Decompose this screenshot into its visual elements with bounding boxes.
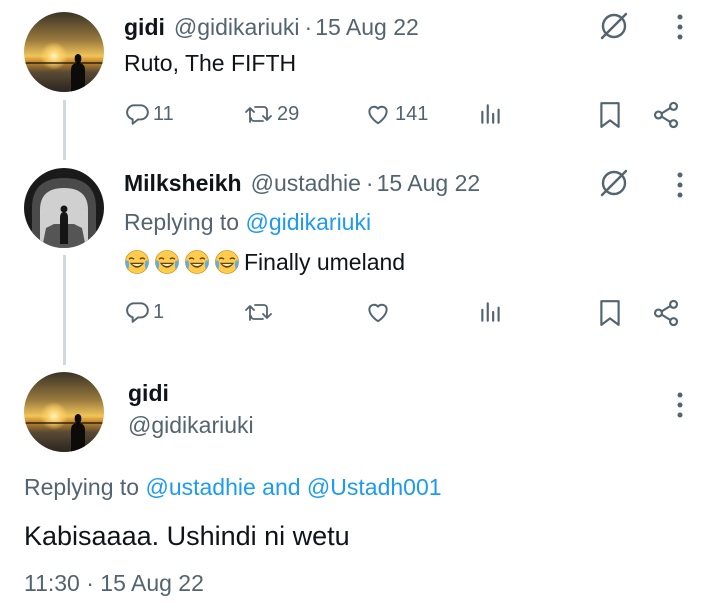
reply-count: 1 (153, 300, 165, 323)
tweet-text: Finally umeland (124, 249, 405, 276)
share-icon (653, 299, 679, 327)
tweet-text: Ruto, The FIFTH (124, 50, 297, 76)
retweet-count: 29 (277, 102, 300, 125)
replying-prefix: Replying to (124, 209, 240, 235)
separator-dot: · (304, 13, 313, 40)
retweet-icon (245, 304, 272, 321)
bookmark-icon (600, 102, 620, 128)
thread-line-1 (63, 100, 66, 160)
grok-icon[interactable] (597, 166, 631, 200)
laugh-emoji (124, 249, 150, 275)
replying-prefix: Replying to (24, 474, 140, 500)
like-count: 141 (395, 102, 429, 125)
replying-to: Replying to @ustadhie and @Ustadh001 (24, 474, 442, 501)
retweet-icon (245, 106, 272, 123)
tweet-text-body: Finally umeland (244, 249, 406, 275)
tweet-header: gidi @gidikariuki · 15 Aug 22 (124, 11, 419, 43)
share-button[interactable] (652, 299, 680, 327)
laugh-emoji (184, 249, 210, 275)
reply-icon (126, 104, 149, 125)
share-icon (653, 101, 679, 129)
author-handle[interactable]: @ustadhie (251, 170, 361, 197)
reply-button[interactable]: 11 (124, 101, 174, 127)
thread-line-2 (63, 255, 66, 365)
more-icon[interactable] (670, 388, 690, 422)
reply-icon (126, 302, 149, 323)
views-button[interactable] (478, 101, 504, 127)
views-icon (481, 302, 500, 322)
more-icon[interactable] (670, 168, 690, 202)
more-icon[interactable] (670, 10, 690, 44)
author-handle[interactable]: @gidikariuki (174, 14, 300, 41)
views-icon (481, 104, 500, 124)
tweet-date[interactable]: 15 Aug 22 (377, 170, 481, 197)
tweet-text: Kabisaaaa. Ushindi ni wetu (24, 521, 350, 551)
bookmark-button[interactable] (598, 299, 622, 327)
tweet-date[interactable]: 15 Aug 22 (315, 14, 419, 41)
like-icon (368, 105, 388, 125)
author-name[interactable]: Milksheikh (124, 170, 242, 197)
laugh-emoji (154, 249, 180, 275)
bookmark-button[interactable] (598, 101, 622, 129)
tweet-timestamp[interactable]: 11:30 · 15 Aug 22 (24, 570, 204, 597)
like-icon (368, 303, 388, 323)
grok-icon[interactable] (597, 9, 631, 43)
bookmark-icon (600, 300, 620, 326)
tweet-header: Milksheikh @ustadhie · 15 Aug 22 (124, 167, 480, 199)
like-button[interactable]: 141 (364, 101, 428, 127)
reply-button[interactable]: 1 (124, 299, 164, 325)
mention-link[interactable]: @ustadhie and @Ustadh001 (145, 474, 441, 500)
share-button[interactable] (652, 101, 680, 129)
mention-link[interactable]: @gidikariuki (245, 209, 371, 235)
separator-dot: · (365, 169, 374, 196)
avatar[interactable] (24, 12, 104, 92)
author-name[interactable]: gidi (128, 380, 169, 407)
views-button[interactable] (478, 299, 504, 325)
avatar[interactable] (24, 372, 104, 452)
laugh-emoji (214, 249, 240, 275)
replying-to: Replying to @gidikariuki (124, 209, 371, 236)
author-handle[interactable]: @gidikariuki (128, 412, 254, 439)
retweet-button[interactable] (244, 299, 277, 325)
author-name[interactable]: gidi (124, 14, 165, 41)
like-button[interactable] (364, 299, 395, 325)
reply-count: 11 (153, 102, 174, 125)
avatar[interactable] (24, 168, 104, 248)
retweet-button[interactable]: 29 (244, 101, 299, 127)
